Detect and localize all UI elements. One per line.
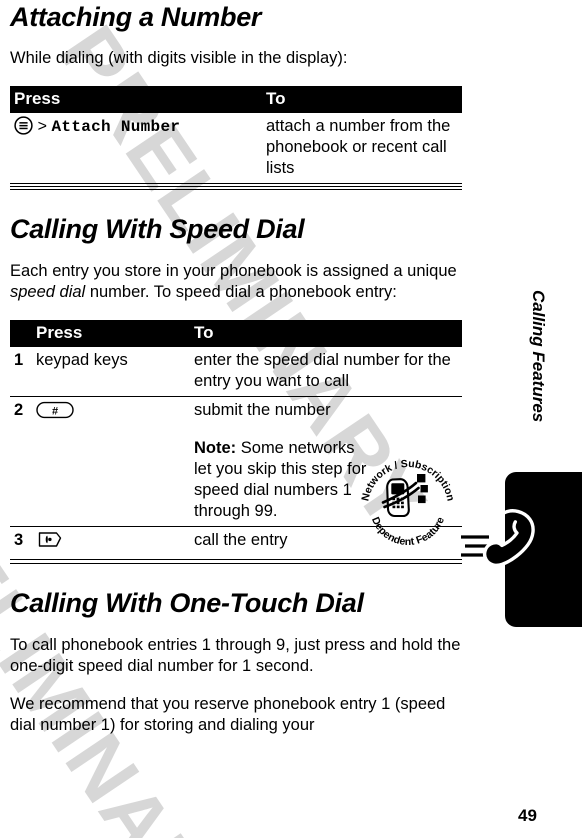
note-block: Note: Some networks let you skip this st… bbox=[194, 438, 370, 522]
intro-part-1: Each entry you store in your phonebook i… bbox=[10, 262, 457, 280]
press-cell: keypad keys bbox=[36, 347, 194, 397]
table-row: > Attach Number attach a number from the… bbox=[10, 113, 462, 184]
intro-emphasis: speed dial bbox=[10, 283, 86, 301]
section-calling-with-one-touch-dial: Calling With One-Touch Dial To call phon… bbox=[10, 588, 462, 736]
column-header-to: To bbox=[194, 320, 462, 347]
to-text: submit the number bbox=[194, 401, 331, 419]
step-number: 1 bbox=[10, 347, 36, 397]
menu-key-icon bbox=[14, 116, 33, 141]
step-number: 3 bbox=[10, 526, 36, 560]
table-header-row: Press To bbox=[10, 320, 462, 347]
press-cell: > Attach Number bbox=[10, 113, 266, 184]
table-header-row: Press To bbox=[10, 86, 462, 113]
column-header-press: Press bbox=[10, 86, 266, 113]
press-cell: # bbox=[36, 396, 194, 527]
send-key-icon bbox=[36, 530, 66, 555]
to-cell: enter the speed dial number for the entr… bbox=[194, 347, 462, 397]
page-title: Attaching a Number bbox=[10, 2, 262, 32]
table-bottom-rule bbox=[10, 562, 462, 564]
running-head-chapter-label: Calling Features bbox=[529, 290, 548, 423]
section-title-one-touch-dial: Calling With One-Touch Dial bbox=[10, 587, 364, 618]
svg-text:Dependent Feature: Dependent Feature bbox=[369, 515, 447, 548]
table-bottom-double-rule bbox=[10, 186, 462, 190]
phone-handset-icon bbox=[459, 497, 545, 593]
to-cell: attach a number from the phonebook or re… bbox=[266, 113, 462, 184]
section-title-speed-dial: Calling With Speed Dial bbox=[10, 214, 305, 244]
attach-number-procedure-table: Press To > Attach Number attach a number… bbox=[10, 86, 462, 184]
section-attaching-a-number: Attaching a Number While dialing (with d… bbox=[10, 0, 462, 190]
column-header-press: Press bbox=[36, 320, 194, 347]
section-intro-text-speed-dial: Each entry you store in your phonebook i… bbox=[10, 261, 462, 303]
section-intro-text: While dialing (with digits visible in th… bbox=[10, 49, 348, 67]
column-header-step bbox=[10, 320, 36, 347]
page-content-column: Attaching a Number While dialing (with d… bbox=[10, 0, 462, 736]
step-number: 2 bbox=[10, 396, 36, 527]
table-row: 1 keypad keys enter the speed dial numbe… bbox=[10, 347, 462, 397]
column-header-to: To bbox=[266, 86, 462, 113]
manual-page: Attaching a Number While dialing (with d… bbox=[0, 0, 582, 838]
note-label: Note: bbox=[194, 439, 237, 457]
menu-item-attach-number: Attach Number bbox=[51, 118, 181, 136]
svg-text:#: # bbox=[52, 405, 58, 417]
page-number: 49 bbox=[518, 806, 537, 825]
press-separator: > bbox=[37, 118, 47, 135]
network-subscription-dependent-feature-badge: Network / Subscription Dependent Feature bbox=[358, 455, 458, 551]
one-touch-paragraph-1: To call phonebook entries 1 through 9, j… bbox=[10, 635, 461, 675]
one-touch-paragraph-2: We recommend that you reserve phonebook … bbox=[10, 694, 446, 734]
pound-key-icon: # bbox=[36, 401, 74, 425]
press-cell bbox=[36, 526, 194, 560]
intro-part-2: number. To speed dial a phonebook entry: bbox=[85, 283, 397, 301]
